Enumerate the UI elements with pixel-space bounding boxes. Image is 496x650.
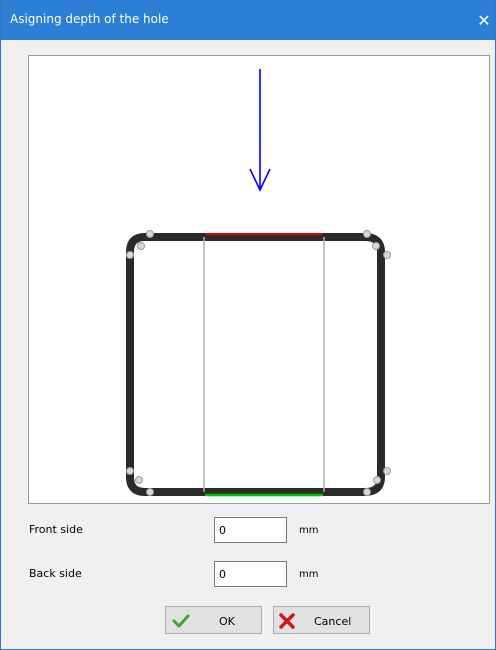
back-side-input[interactable] [214,561,287,587]
title-bar: Asigning depth of the hole ✕ [1,0,495,40]
vertex-handle[interactable] [372,242,380,250]
vertex-handle[interactable] [146,230,154,238]
vertex-handle[interactable] [363,488,371,496]
down-arrow-icon [249,69,271,192]
back-side-label: Back side [29,567,82,580]
profile-frame [126,233,385,496]
front-side-unit: mm [299,525,319,536]
cancel-button[interactable]: Cancel [273,606,370,634]
ok-button[interactable]: OK [165,606,262,634]
ok-button-label: OK [219,615,235,628]
back-side-unit: mm [299,569,319,580]
front-side-label: Front side [29,523,83,536]
hole-preview-canvas [28,55,490,504]
vertex-handle[interactable] [383,251,391,259]
vertex-handle[interactable] [126,467,134,475]
vertex-handle[interactable] [126,251,134,259]
front-side-input[interactable] [214,517,287,543]
close-icon[interactable]: ✕ [471,0,495,40]
vertex-handle[interactable] [137,242,145,250]
hole-preview-drawing [126,69,391,497]
dialog-title: Asigning depth of the hole [10,12,169,26]
dialog-window: Asigning depth of the hole ✕ Front side … [0,0,496,650]
red-x-icon [279,613,295,629]
vertex-handle[interactable] [373,476,381,484]
cancel-button-label: Cancel [314,615,352,628]
vertex-handle[interactable] [135,476,143,484]
vertex-handle[interactable] [146,488,154,496]
green-check-icon [172,614,190,628]
vertex-handles [126,230,391,496]
vertex-handle[interactable] [363,230,371,238]
vertex-handle[interactable] [383,467,391,475]
